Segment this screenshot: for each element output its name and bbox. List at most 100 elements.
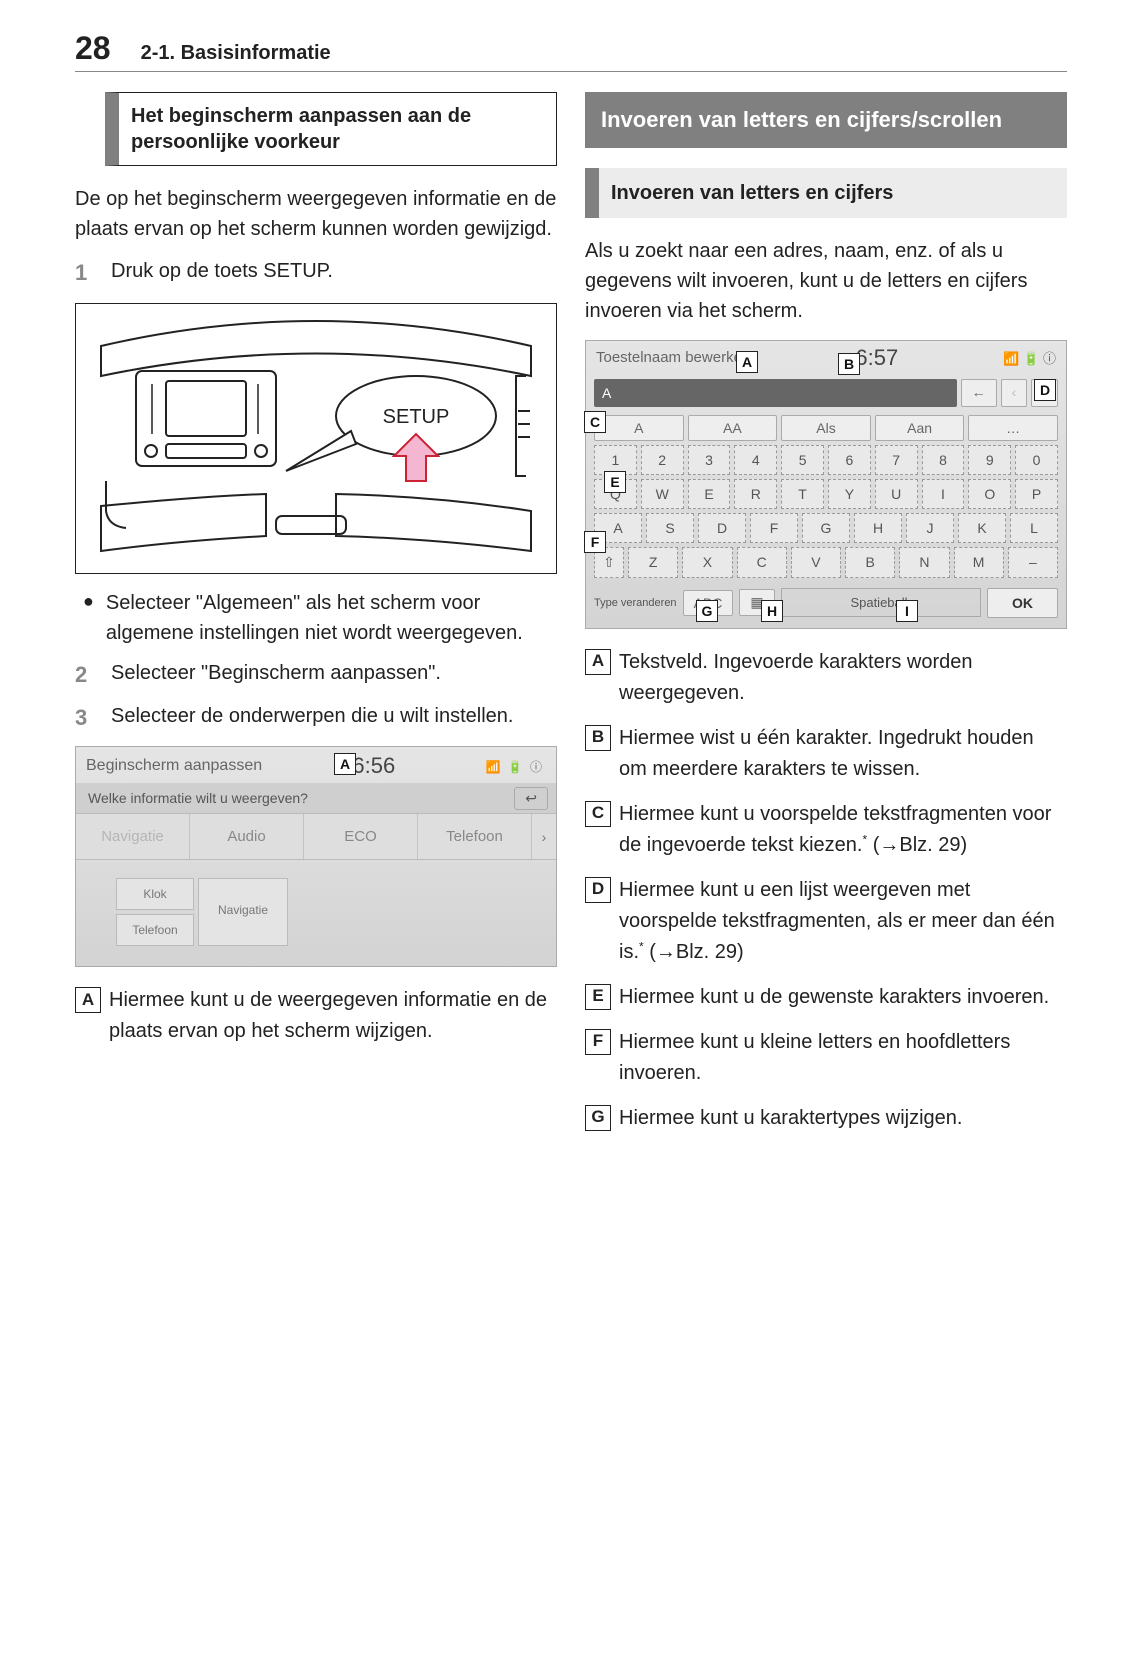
kb-suggestion[interactable]: AA [688, 415, 778, 441]
kb-row-qwerty2: A S D F G H J K L [594, 513, 1058, 543]
kb-key[interactable]: G [802, 513, 850, 543]
kb-key[interactable]: J [906, 513, 954, 543]
kb-key[interactable]: 9 [968, 445, 1011, 475]
callout-f: F Hiermee kunt u kleine letters en hoofd… [585, 1027, 1067, 1089]
panel-clock: 6:56 [352, 753, 395, 779]
kb-key[interactable]: – [1008, 547, 1058, 578]
callout-a: A Tekstveld. Ingevoerde karakters worden… [585, 647, 1067, 709]
kb-key[interactable]: E [688, 479, 731, 509]
callout-letter-a: A [75, 987, 101, 1013]
kb-spacebar[interactable]: Spatiebalk [781, 588, 981, 617]
kb-key[interactable]: 5 [781, 445, 824, 475]
right-column: Invoeren van letters en cijfers/scrollen… [585, 92, 1067, 1148]
dashboard-svg: SETUP [88, 316, 544, 556]
kb-suggestion[interactable]: Als [781, 415, 871, 441]
step-2: 2 Selecteer "Beginscherm aanpassen". [75, 658, 557, 691]
kb-key[interactable]: 2 [641, 445, 684, 475]
kb-marker-d: D [1034, 379, 1056, 401]
kb-key[interactable]: B [845, 547, 895, 578]
kb-ok-button[interactable]: OK [987, 588, 1058, 618]
callout-text: Tekstveld. Ingevoerde karakters worden w… [619, 647, 1067, 709]
kb-backspace-button[interactable]: ← [961, 379, 997, 407]
slot-klok[interactable]: Klok [116, 878, 194, 910]
tab-telefoon[interactable]: Telefoon [418, 814, 532, 859]
kb-suggestion[interactable]: Aan [875, 415, 965, 441]
kb-marker-g: G [696, 600, 718, 622]
kb-key[interactable]: K [958, 513, 1006, 543]
kb-marker-e: E [604, 471, 626, 493]
kb-key[interactable]: 6 [828, 445, 871, 475]
setup-label: SETUP [383, 406, 450, 428]
kb-key[interactable]: U [875, 479, 918, 509]
kb-key[interactable]: Y [828, 479, 871, 509]
callout-text: Hiermee kunt u karaktertypes wijzigen. [619, 1103, 962, 1134]
kb-key[interactable]: O [968, 479, 1011, 509]
keyboard-panel: Toestelnaam bewerken 6:57 📶 🔋 ⓘ A ← ‹ › … [585, 340, 1067, 629]
step-3: 3 Selecteer de onderwerpen die u wilt in… [75, 701, 557, 734]
kb-key[interactable]: S [646, 513, 694, 543]
tab-row: Navigatie Audio ECO Telefoon › [76, 813, 556, 860]
panel-subtitle: Welke informatie wilt u weergeven? [88, 790, 308, 806]
slot-navigatie[interactable]: Navigatie [198, 878, 288, 946]
kb-key[interactable]: R [734, 479, 777, 509]
page-number: 28 [75, 30, 111, 67]
kb-input-field[interactable]: A [594, 379, 957, 407]
kb-key[interactable]: 3 [688, 445, 731, 475]
callout-b: B Hiermee wist u één karakter. Ingedrukt… [585, 723, 1067, 785]
setup-illustration: SETUP [75, 303, 557, 574]
section-band: Invoeren van letters en cijfers/scrollen [585, 92, 1067, 148]
kb-key[interactable]: D [698, 513, 746, 543]
callout-c: C Hiermee kunt u voorspelde tekstfragmen… [585, 799, 1067, 861]
kb-key[interactable]: 8 [922, 445, 965, 475]
kb-key[interactable]: M [954, 547, 1004, 578]
callout-a-desc: A Hiermee kunt u de weergegeven informat… [75, 985, 557, 1047]
kb-key[interactable]: I [922, 479, 965, 509]
step-text: Selecteer "Beginscherm aanpassen". [111, 658, 441, 691]
kb-key[interactable]: T [781, 479, 824, 509]
kb-key[interactable]: 0 [1015, 445, 1058, 475]
section-title: 2-1. Basisinformatie [141, 42, 331, 65]
kb-suggestion[interactable]: A [594, 415, 684, 441]
slot-telefoon[interactable]: Telefoon [116, 914, 194, 946]
kb-marker-f: F [584, 531, 606, 553]
step-number: 1 [75, 256, 97, 289]
kb-key[interactable]: 4 [734, 445, 777, 475]
kb-key[interactable]: H [854, 513, 902, 543]
callout-text: Hiermee kunt u voorspelde tekstfragmente… [619, 799, 1067, 861]
kb-key[interactable]: F [750, 513, 798, 543]
kb-key[interactable]: L [1010, 513, 1058, 543]
tab-eco[interactable]: ECO [304, 814, 418, 859]
callout-letter: C [585, 801, 611, 827]
panel-title: Beginscherm aanpassen [86, 757, 262, 775]
intro-text: De op het beginscherm weergegeven inform… [75, 184, 557, 244]
step-number: 2 [75, 658, 97, 691]
kb-type-change-label[interactable]: Type veranderen [594, 597, 677, 609]
callout-text: Hiermee kunt u kleine letters en hoofdle… [619, 1027, 1067, 1089]
kb-key[interactable]: Z [628, 547, 678, 578]
kb-suggestion-more[interactable]: … [968, 415, 1058, 441]
back-button[interactable]: ↩ [514, 787, 548, 810]
tab-navigatie[interactable]: Navigatie [76, 814, 190, 859]
callout-letter: D [585, 877, 611, 903]
kb-key[interactable]: N [899, 547, 949, 578]
subsection-gray: Invoeren van letters en cijfers [585, 168, 1067, 218]
tab-audio[interactable]: Audio [190, 814, 304, 859]
kb-key[interactable]: V [791, 547, 841, 578]
callout-text: Hiermee kunt u de gewenste karakters inv… [619, 982, 1049, 1013]
kb-key[interactable]: X [682, 547, 732, 578]
step-text: Druk op de toets SETUP. [111, 256, 333, 289]
kb-key[interactable]: P [1015, 479, 1058, 509]
left-column: Het beginscherm aanpassen aan de persoon… [75, 92, 557, 1148]
tabs-scroll-right[interactable]: › [532, 814, 556, 859]
callout-text: Hiermee kunt u de weergegeven informatie… [109, 985, 557, 1047]
kb-key[interactable]: 7 [875, 445, 918, 475]
kb-prev-button[interactable]: ‹ [1001, 379, 1028, 407]
kb-key[interactable]: C [737, 547, 787, 578]
kb-row-numbers: 1 2 3 4 5 6 7 8 9 0 [594, 445, 1058, 475]
kb-marker-a: A [736, 351, 758, 373]
kb-title: Toestelnaam bewerken [596, 349, 750, 366]
kb-row-qwerty1: Q W E R T Y U I O P [594, 479, 1058, 509]
kb-marker-h: H [761, 600, 783, 622]
callout-text: Hiermee kunt u een lijst weergeven met v… [619, 875, 1067, 968]
kb-key[interactable]: W [641, 479, 684, 509]
